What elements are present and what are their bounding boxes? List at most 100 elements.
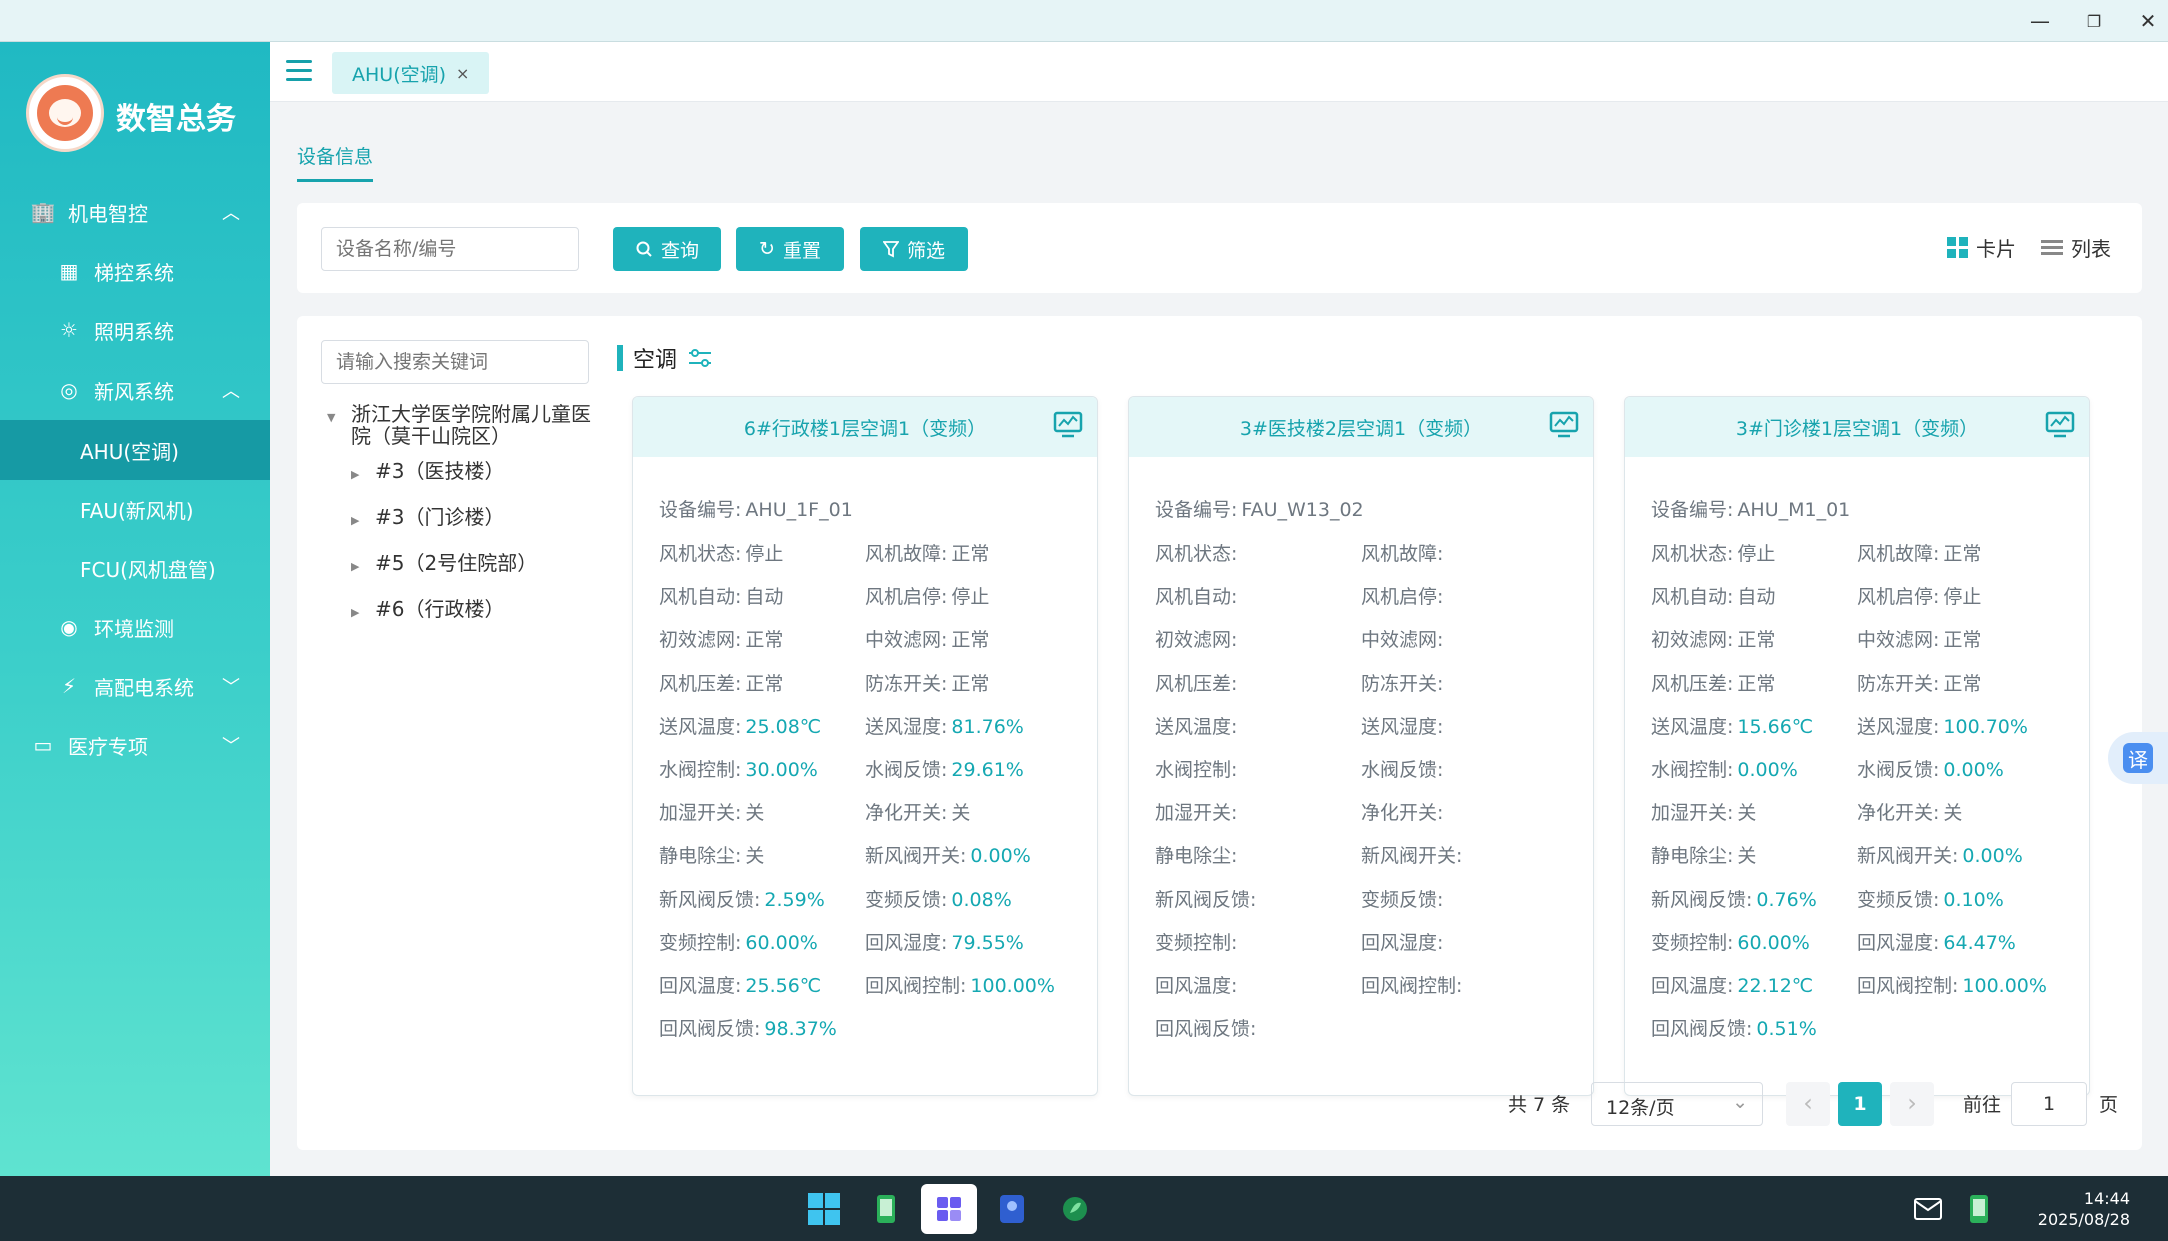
tree-node[interactable]: ▶ #6（行政楼） bbox=[351, 593, 504, 622]
taskbar-app-user[interactable] bbox=[984, 1184, 1040, 1234]
menu-toggle-icon[interactable] bbox=[286, 60, 312, 82]
field-label: 初效滤网: bbox=[659, 629, 742, 652]
device-field: 风机压差: bbox=[1155, 669, 1241, 696]
field-label: 新风阀开关: bbox=[865, 845, 967, 868]
page-size-select[interactable]: 12条/页 ⌄ bbox=[1591, 1082, 1763, 1126]
field-label: 初效滤网: bbox=[1651, 629, 1734, 652]
field-value: 0.00% bbox=[1962, 845, 2023, 868]
chevron-up-icon: ︿ bbox=[222, 381, 240, 402]
sidebar-item-elevator[interactable]: ▦ 梯控系统 bbox=[0, 241, 270, 301]
device-field: 净化开关: 关 bbox=[865, 798, 970, 825]
close-window-button[interactable]: ✕ bbox=[2120, 0, 2168, 42]
chevron-up-icon: ︿ bbox=[222, 203, 240, 224]
subtab-device-info[interactable]: 设备信息 bbox=[297, 142, 374, 182]
device-field: 送风温度: 25.08℃ bbox=[659, 712, 821, 739]
restore-button[interactable]: ❐ bbox=[2066, 0, 2122, 42]
field-value: 停止 bbox=[1943, 586, 1982, 609]
goto-page-input[interactable] bbox=[2011, 1082, 2087, 1126]
next-page-button[interactable]: › bbox=[1890, 1082, 1934, 1126]
sidebar-item-fresh-air[interactable]: ◎ 新风系统 ︿ bbox=[0, 360, 270, 420]
device-code: 设备编号: FAU_W13_02 bbox=[1155, 495, 1364, 522]
prev-page-button[interactable]: ‹ bbox=[1786, 1082, 1830, 1126]
taskbar-app-active[interactable] bbox=[921, 1184, 977, 1234]
chart-monitor-icon[interactable] bbox=[2045, 411, 2075, 444]
translate-button[interactable]: 译 bbox=[2108, 732, 2168, 784]
field-label: 中效滤网: bbox=[865, 629, 948, 652]
sidebar-item-mep-control[interactable]: 🏢 机电智控 ︿ bbox=[0, 182, 270, 242]
phone-tray-icon[interactable] bbox=[1951, 1184, 2007, 1234]
tab-ahu[interactable]: AHU(空调) × bbox=[332, 52, 490, 94]
field-value: 0.00% bbox=[1943, 759, 2004, 781]
sidebar-item-env-monitor[interactable]: ◉ 环境监测 bbox=[0, 597, 270, 657]
sidebar-item-lighting[interactable]: ☼ 照明系统 bbox=[0, 300, 270, 360]
start-button[interactable] bbox=[796, 1184, 852, 1234]
device-search-input[interactable] bbox=[321, 227, 579, 271]
reset-button[interactable]: ↻ 重置 bbox=[736, 227, 844, 271]
field-label: 风机启停: bbox=[1857, 586, 1940, 609]
reset-label: 重置 bbox=[782, 239, 821, 262]
sidebar-item-fau[interactable]: FAU(新风机) bbox=[0, 479, 270, 539]
device-field: 新风阀开关: 0.00% bbox=[865, 841, 1031, 868]
field-label: 水阀控制: bbox=[659, 759, 742, 781]
device-field: 变频反馈: 0.10% bbox=[1857, 885, 2004, 912]
caret-right-icon: ▶ bbox=[351, 606, 360, 619]
view-list-label: 列表 bbox=[2071, 237, 2111, 261]
settings-sliders-icon[interactable] bbox=[687, 347, 713, 369]
device-field: 回风温度: 25.56℃ bbox=[659, 971, 821, 998]
tree-node[interactable]: ▶ #3（门诊楼） bbox=[351, 501, 504, 530]
sidebar-item-fcu[interactable]: FCU(风机盘管) bbox=[0, 538, 270, 598]
device-card-header: 6#行政楼1层空调1（变频） bbox=[633, 397, 1097, 457]
field-label: 回风温度: bbox=[1155, 975, 1238, 997]
device-field: 新风阀反馈: 0.76% bbox=[1651, 885, 1817, 912]
field-value: 自动 bbox=[745, 586, 784, 609]
tree-node-label: 院（莫干山院区） bbox=[351, 424, 511, 448]
field-value: 关 bbox=[745, 845, 765, 868]
chart-monitor-icon[interactable] bbox=[1053, 411, 1083, 444]
device-card[interactable]: 3#医技楼2层空调1（变频） 设备编号: FAU_W13_02 风机状态: 风机故障: 风… bbox=[1128, 396, 1594, 1096]
taskbar-app-phone[interactable] bbox=[858, 1184, 914, 1234]
page-number-current[interactable]: 1 bbox=[1838, 1082, 1882, 1126]
field-label: 水阀反馈: bbox=[865, 759, 948, 781]
field-label: 风机状态: bbox=[1651, 543, 1734, 565]
minimize-button[interactable]: — bbox=[2012, 0, 2068, 42]
field-label: 新风阀反馈: bbox=[1155, 888, 1257, 911]
sidebar-item-label: AHU(空调) bbox=[80, 439, 179, 464]
device-field: 风机压差: 正常 bbox=[659, 669, 783, 696]
field-label: 新风阀开关: bbox=[1361, 845, 1463, 868]
view-card-toggle[interactable]: 卡片 bbox=[1947, 233, 2016, 262]
field-label: 水阀反馈: bbox=[1361, 759, 1444, 781]
field-label: 水阀控制: bbox=[1651, 759, 1734, 781]
filter-button[interactable]: 筛选 bbox=[860, 227, 968, 271]
chevron-down-icon: ﹀ bbox=[222, 677, 240, 698]
system-clock[interactable]: 14:44 2025/08/28 bbox=[2038, 1188, 2130, 1230]
tree-keyword-input[interactable] bbox=[321, 340, 589, 384]
device-card[interactable]: 6#行政楼1层空调1（变频） 设备编号: AHU_1F_01 风机状态: 停止 风机故障:… bbox=[632, 396, 1098, 1096]
tree-node-label: #5（2号住院部） bbox=[375, 551, 538, 575]
eye-icon: ◉ bbox=[60, 615, 78, 639]
device-field: 回风温度: bbox=[1155, 971, 1241, 998]
tree-node[interactable]: ▶ #3（医技楼） bbox=[351, 455, 504, 484]
sidebar-item-power[interactable]: ⚡ 高配电系统 ﹀ bbox=[0, 656, 270, 716]
taskbar-app-leaf[interactable] bbox=[1047, 1184, 1103, 1234]
field-label: 风机状态: bbox=[659, 543, 742, 565]
tab-close-icon[interactable]: × bbox=[456, 64, 469, 83]
device-field: 回风阀反馈: 0.51% bbox=[1651, 1014, 1817, 1041]
lighting-icon: ☼ bbox=[60, 318, 78, 342]
chart-monitor-icon[interactable] bbox=[1549, 411, 1579, 444]
sidebar-item-medical[interactable]: ▭ 医疗专项 ﹀ bbox=[0, 715, 270, 775]
field-label: 风机状态: bbox=[1155, 543, 1238, 565]
mail-tray-icon[interactable] bbox=[1900, 1184, 1956, 1234]
field-label: 回风阀反馈: bbox=[1651, 1018, 1753, 1041]
device-field: 静电除尘: bbox=[1155, 841, 1241, 868]
sidebar-item-ahu[interactable]: AHU(空调) bbox=[0, 420, 270, 480]
field-label: 新风阀反馈: bbox=[1651, 888, 1753, 911]
field-label: 风机压差: bbox=[1155, 672, 1238, 695]
tree-node[interactable]: ▶ #5（2号住院部） bbox=[351, 547, 537, 576]
caret-down-icon: ▼ bbox=[327, 411, 336, 424]
field-label: 送风湿度: bbox=[865, 715, 948, 738]
device-field: 风机压差: 正常 bbox=[1651, 669, 1775, 696]
query-button[interactable]: 查询 bbox=[613, 227, 721, 271]
device-field: 风机故障: 正常 bbox=[865, 539, 989, 566]
view-list-toggle[interactable]: 列表 bbox=[2041, 233, 2111, 262]
device-card[interactable]: 3#门诊楼1层空调1（变频） 设备编号: AHU_M1_01 风机状态: 停止 风机故障:… bbox=[1624, 396, 2090, 1096]
